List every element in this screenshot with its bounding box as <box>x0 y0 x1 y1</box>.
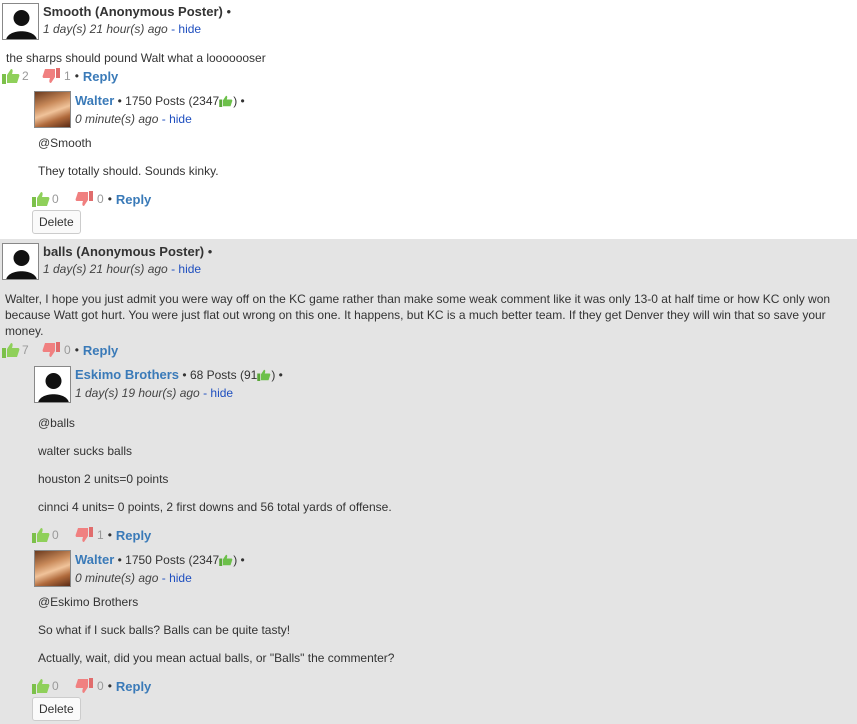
hide-link[interactable]: hide <box>178 22 201 36</box>
vote-bar-down: 0 • Reply <box>75 191 151 207</box>
thumbs-down-icon[interactable] <box>75 678 93 694</box>
comment-author: Smooth (Anonymous Poster) • <box>43 4 232 19</box>
vote-bar-down: 1 • Reply <box>42 68 118 84</box>
anonymous-avatar <box>2 243 39 280</box>
reply-link[interactable]: Reply <box>116 679 151 694</box>
vote-bar: 2 <box>2 68 29 84</box>
vote-bar-down: 0 • Reply <box>75 678 151 694</box>
user-avatar-walter[interactable] <box>34 550 71 587</box>
thumbs-up-icon <box>219 95 233 107</box>
reply-link[interactable]: Reply <box>83 69 118 84</box>
anonymous-avatar <box>2 3 39 40</box>
comment-timestamp: 1 day(s) 21 hour(s) ago - hide <box>43 262 202 276</box>
thumbs-up-icon[interactable] <box>32 678 50 694</box>
comment-body-line: So what if I suck balls? Balls can be qu… <box>38 623 291 637</box>
thumbs-up-icon <box>219 554 233 566</box>
vote-bar-down: 1 • Reply <box>75 527 151 543</box>
reply-link[interactable]: Reply <box>116 192 151 207</box>
thumbs-up-icon[interactable] <box>2 342 20 358</box>
comment-timestamp: 1 day(s) 19 hour(s) ago - hide <box>75 386 234 400</box>
delete-button[interactable]: Delete <box>32 697 81 721</box>
hide-link[interactable]: hide <box>169 112 192 126</box>
hide-link[interactable]: hide <box>169 571 192 585</box>
user-avatar-eskimo-brothers[interactable] <box>34 366 71 403</box>
comment-author: balls (Anonymous Poster) • <box>43 244 213 259</box>
comment-body-line: @Eskimo Brothers <box>38 595 139 609</box>
delete-button[interactable]: Delete <box>32 210 81 234</box>
comment-body-line: @Smooth <box>38 136 92 150</box>
comment-author-link[interactable]: Eskimo Brothers <box>75 367 179 382</box>
comment-body-line: @balls <box>38 416 75 430</box>
vote-bar: 0 <box>32 527 59 543</box>
comment-body-line: houston 2 units=0 points <box>38 472 169 486</box>
vote-bar-down: 0 • Reply <box>42 342 118 358</box>
vote-bar: 0 <box>32 678 59 694</box>
thumbs-up-icon[interactable] <box>32 191 50 207</box>
thumbs-down-icon[interactable] <box>42 342 60 358</box>
comment-body-line: cinnci 4 units= 0 points, 2 first downs … <box>38 500 392 514</box>
hide-link[interactable]: hide <box>178 262 201 276</box>
comment-body: Walter, I hope you just admit you were w… <box>5 292 831 338</box>
vote-bar: 0 <box>32 191 59 207</box>
comment-body-line: Actually, wait, did you mean actual ball… <box>38 651 395 665</box>
reply-link[interactable]: Reply <box>116 528 151 543</box>
reply-link[interactable]: Reply <box>83 343 118 358</box>
post-count: 68 Posts (91 <box>189 368 258 382</box>
comment-body: the sharps should pound Walt what a looo… <box>6 51 266 65</box>
thumbs-down-icon[interactable] <box>42 68 60 84</box>
vote-bar: 7 <box>2 342 29 358</box>
comment-timestamp: 0 minute(s) ago - hide <box>75 112 192 126</box>
comment-author-link[interactable]: Walter <box>75 93 114 108</box>
post-count: 1750 Posts (2347 <box>125 94 220 108</box>
thumbs-up-icon[interactable] <box>2 68 20 84</box>
comment-timestamp: 1 day(s) 21 hour(s) ago - hide <box>43 22 202 36</box>
comment-body-line: They totally should. Sounds kinky. <box>38 164 219 178</box>
thumbs-up-icon <box>257 369 271 381</box>
comment-header: Walter • 1750 Posts (2347) • <box>75 93 245 108</box>
thumbs-up-icon[interactable] <box>32 527 50 543</box>
comment-header: Walter • 1750 Posts (2347) • <box>75 552 245 567</box>
hide-link[interactable]: hide <box>210 386 233 400</box>
comment-header: Eskimo Brothers • 68 Posts (91) • <box>75 367 283 382</box>
thumbs-down-icon[interactable] <box>75 191 93 207</box>
comment-timestamp: 0 minute(s) ago - hide <box>75 571 192 585</box>
thumbs-down-icon[interactable] <box>75 527 93 543</box>
comment-author-link[interactable]: Walter <box>75 552 114 567</box>
post-count: 1750 Posts (2347 <box>125 553 220 567</box>
user-avatar-walter[interactable] <box>34 91 71 128</box>
comment-body-line: walter sucks balls <box>38 444 133 458</box>
